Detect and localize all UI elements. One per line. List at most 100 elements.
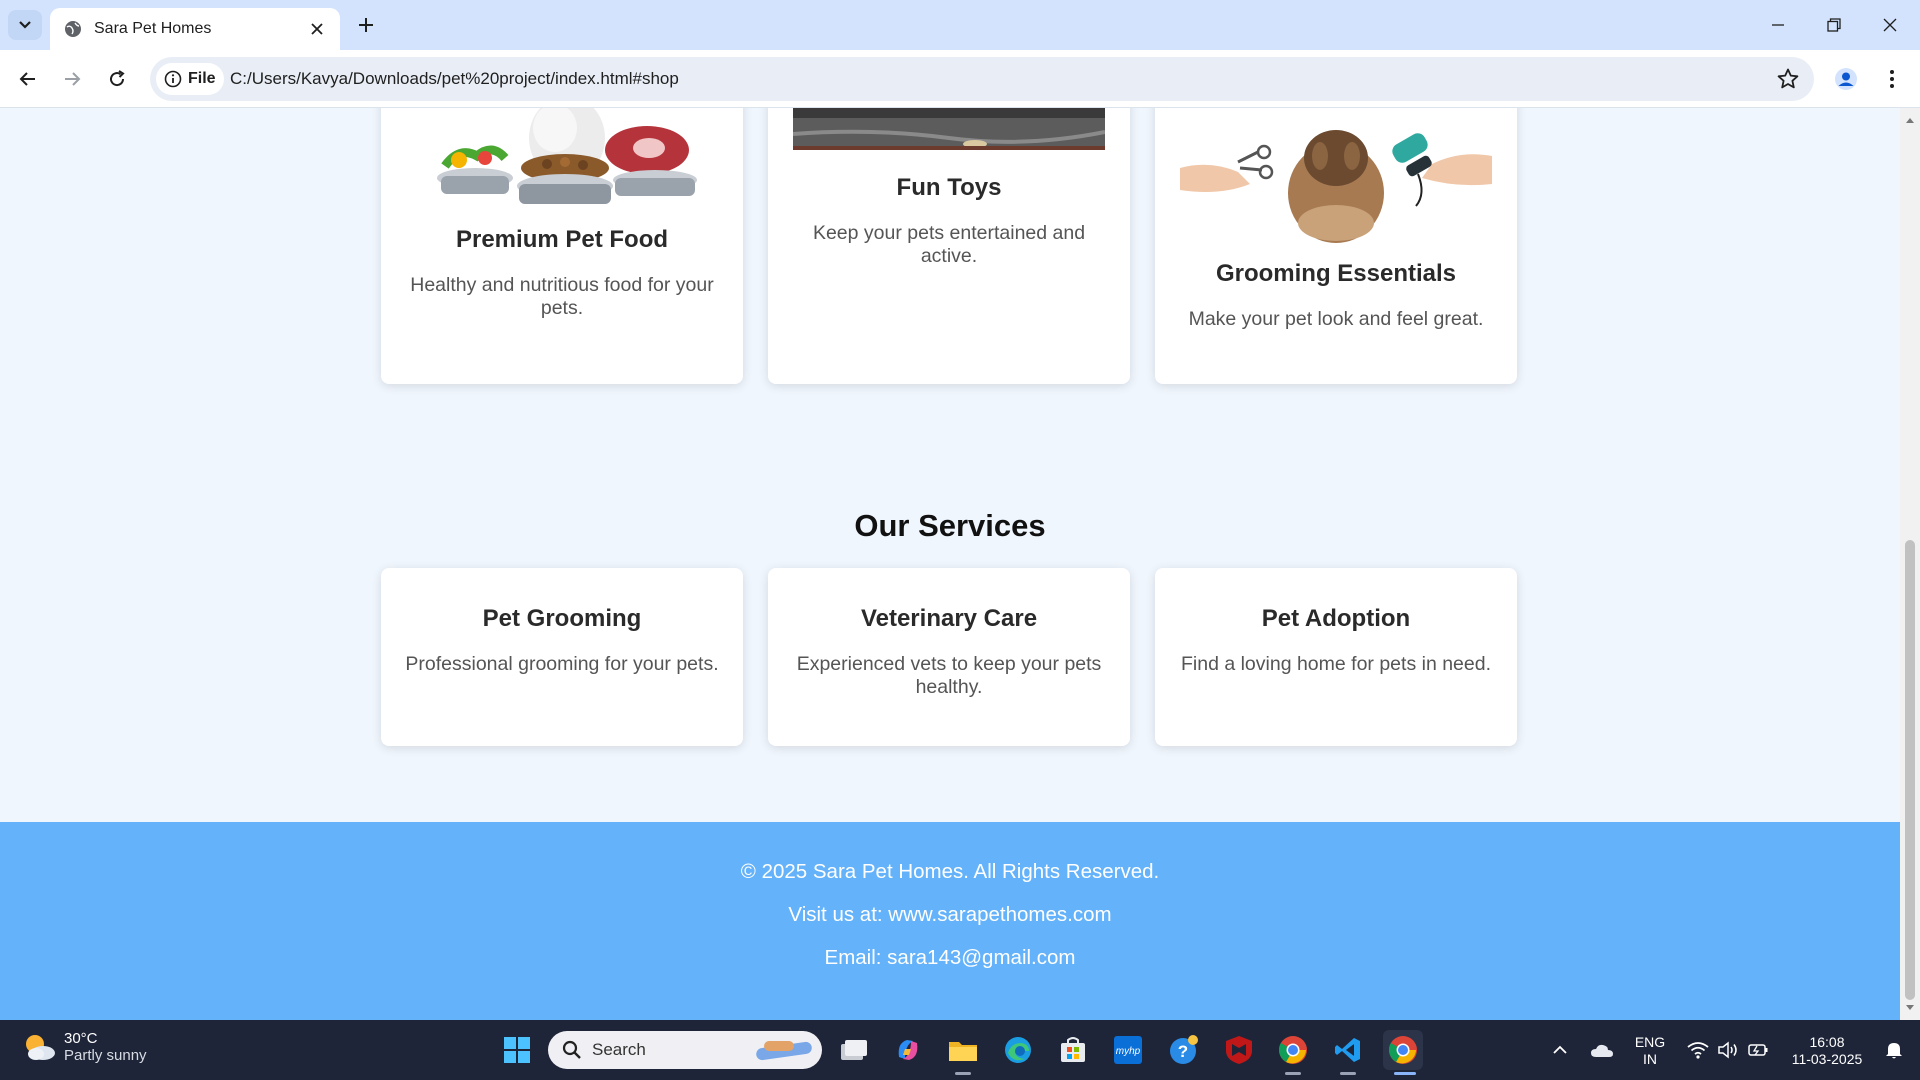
edge-browser-icon [1005, 1037, 1031, 1063]
weather-temp: 30°C [64, 1030, 98, 1047]
scroll-down-arrow[interactable] [1904, 1002, 1916, 1014]
shop-card-grooming[interactable]: Grooming Essentials Make your pet look a… [1155, 108, 1517, 384]
lang-bottom: IN [1643, 1051, 1657, 1067]
browser-tab-active[interactable]: Sara Pet Homes [50, 8, 340, 50]
folder-icon [949, 1042, 977, 1061]
shop-card-fun-toys[interactable]: Fun Toys Keep your pets entertained and … [768, 108, 1130, 384]
scroll-up-arrow[interactable] [1904, 114, 1916, 126]
footer-website: Visit us at: www.sarapethomes.com [788, 903, 1112, 926]
service-card-veterinary[interactable]: Veterinary Care Experienced vets to keep… [768, 568, 1130, 746]
caret-down-icon [1906, 1005, 1914, 1010]
browser-menu-button[interactable] [1880, 63, 1904, 95]
vscode-icon [1335, 1038, 1360, 1062]
show-hidden-icons-button[interactable] [1542, 1030, 1578, 1070]
more-vertical-icon [1890, 70, 1894, 88]
new-tab-button[interactable] [350, 10, 382, 40]
mcafee-shield-icon [1226, 1036, 1252, 1064]
clock[interactable]: 16:08 11-03-2025 [1782, 1034, 1872, 1068]
reload-button[interactable] [101, 63, 133, 95]
ms-store-button[interactable] [1053, 1030, 1093, 1070]
running-indicator [1285, 1072, 1301, 1075]
info-icon [164, 70, 182, 88]
browser-toolbar: File C:/Users/Kavya/Downloads/pet%20proj… [0, 50, 1920, 108]
myhp-button[interactable]: myhp [1108, 1030, 1148, 1070]
taskbar-search-box[interactable]: Search [548, 1031, 822, 1069]
service-card-desc: Professional grooming for your pets. [405, 653, 719, 675]
vscode-button[interactable] [1328, 1030, 1368, 1070]
profile-button[interactable] [1830, 63, 1862, 95]
restore-button[interactable] [1806, 0, 1862, 50]
services-heading: Our Services [854, 508, 1046, 543]
myhp-icon: myhp [1114, 1036, 1142, 1064]
scrollbar-thumb[interactable] [1905, 540, 1915, 1000]
get-help-button[interactable]: ? [1164, 1030, 1204, 1070]
cloud-icon [1591, 1044, 1613, 1057]
edge-button[interactable] [998, 1030, 1038, 1070]
url-text[interactable]: C:/Users/Kavya/Downloads/pet%20project/i… [230, 69, 679, 89]
windows-taskbar: 30°C Partly sunny Search myhp ? ENG IN 1… [0, 1020, 1920, 1080]
task-view-icon [841, 1040, 867, 1060]
chrome-active-button[interactable] [1383, 1030, 1423, 1070]
task-view-button[interactable] [834, 1030, 874, 1070]
globe-icon [65, 21, 81, 37]
search-icon [562, 1040, 581, 1059]
address-bar[interactable]: File C:/Users/Kavya/Downloads/pet%20proj… [150, 57, 1814, 101]
svg-text:myhp: myhp [1116, 1046, 1141, 1057]
notifications-button[interactable] [1876, 1030, 1912, 1070]
chrome-icon [1278, 1036, 1307, 1064]
shop-card-title: Grooming Essentials [1215, 260, 1457, 287]
bookmark-star-icon[interactable] [1776, 67, 1800, 91]
bell-icon [1886, 1043, 1902, 1059]
chrome-icon [1388, 1036, 1417, 1064]
service-card-adoption[interactable]: Pet Adoption Find a loving home for pets… [1155, 568, 1517, 746]
battery-icon [1748, 1044, 1768, 1056]
page-viewport: Premium Pet Food Healthy and nutritious … [0, 108, 1900, 1020]
copilot-icon [898, 1040, 918, 1060]
arrow-right-icon [65, 72, 81, 86]
shop-card-pet-food[interactable]: Premium Pet Food Healthy and nutritious … [381, 108, 743, 384]
start-button[interactable] [497, 1030, 537, 1070]
chrome-button[interactable] [1273, 1030, 1313, 1070]
profile-icon [1835, 68, 1857, 90]
close-window-button[interactable] [1862, 0, 1918, 50]
partly-sunny-icon [26, 1035, 55, 1060]
chevron-down-icon [19, 21, 31, 29]
site-info-chip[interactable]: File [156, 63, 224, 95]
help-icon: ? [1170, 1035, 1198, 1064]
minimize-button[interactable] [1750, 0, 1806, 50]
forward-button[interactable] [56, 63, 88, 95]
onedrive-button[interactable] [1584, 1030, 1620, 1070]
shop-card-desc: Healthy and nutritious food for your pet… [410, 274, 714, 319]
site-footer: © 2025 Sara Pet Homes. All Rights Reserv… [0, 822, 1900, 1020]
pet-food-image [437, 108, 697, 204]
chevron-up-icon [1553, 1045, 1567, 1054]
restore-icon [1827, 18, 1841, 32]
input-language-indicator[interactable]: ENG IN [1630, 1034, 1670, 1068]
footer-email: Email: sara143@gmail.com [824, 946, 1076, 969]
windows-logo-icon [504, 1037, 530, 1063]
quick-settings-button[interactable] [1678, 1030, 1778, 1070]
service-card-desc: Experienced vets to keep your pets healt… [796, 653, 1102, 698]
pet-toys-image [793, 108, 1105, 150]
service-card-grooming[interactable]: Pet Grooming Professional grooming for y… [381, 568, 743, 746]
back-button[interactable] [12, 63, 44, 95]
file-explorer-button[interactable] [943, 1030, 983, 1070]
tab-search-button[interactable] [8, 10, 42, 40]
grooming-dog-image [1180, 108, 1492, 248]
weather-widget[interactable]: 30°C Partly sunny [22, 1030, 147, 1064]
tab-close-button[interactable] [308, 20, 326, 38]
browser-tab-bar: Sara Pet Homes [0, 0, 1920, 50]
shop-card-desc: Make your pet look and feel great. [1188, 308, 1484, 330]
plus-icon [359, 18, 373, 32]
mcafee-button[interactable] [1219, 1030, 1259, 1070]
search-highlight-icon [756, 1041, 812, 1061]
running-indicator [955, 1072, 971, 1075]
page-scrollbar[interactable] [1900, 108, 1920, 1020]
weather-condition: Partly sunny [64, 1047, 147, 1064]
close-icon [1883, 18, 1897, 32]
copilot-button[interactable] [888, 1030, 928, 1070]
service-card-title: Pet Adoption [1261, 605, 1411, 632]
service-card-title: Pet Grooming [482, 605, 642, 632]
service-card-desc: Find a loving home for pets in need. [1180, 653, 1492, 675]
shop-card-title: Premium Pet Food [455, 226, 669, 253]
